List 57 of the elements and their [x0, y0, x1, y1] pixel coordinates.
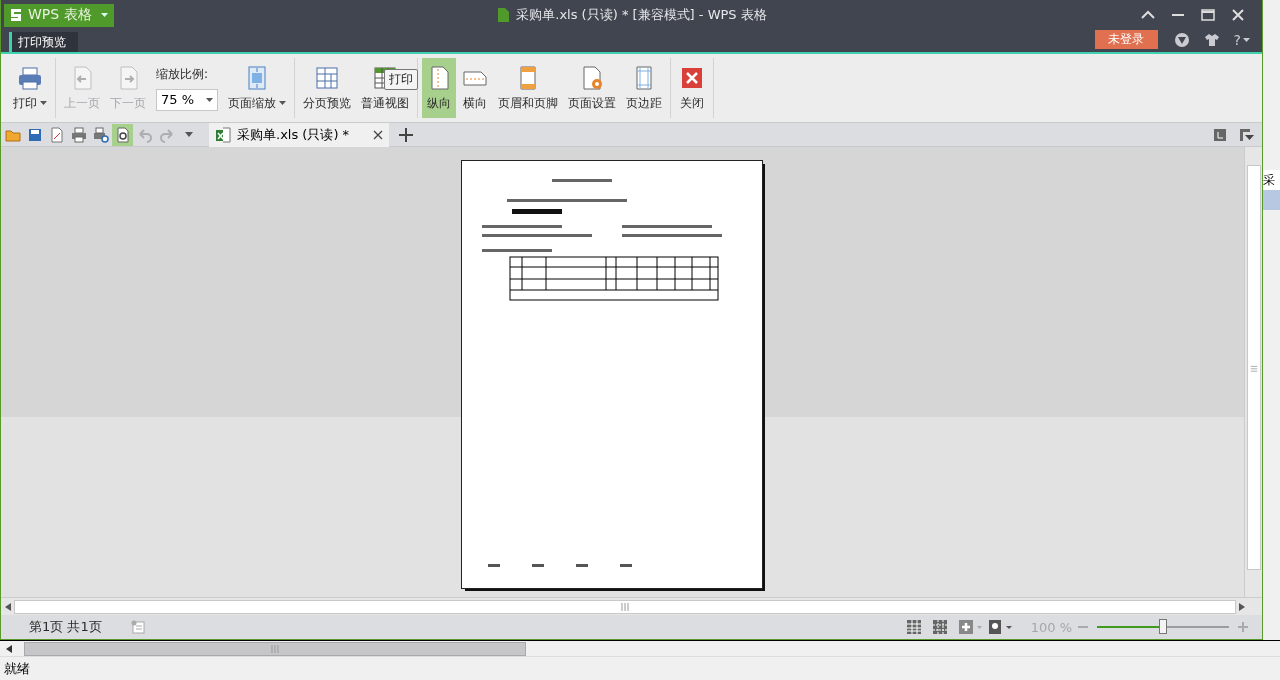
slider-thumb[interactable]	[1159, 618, 1167, 634]
ribbon-button[interactable]: 页眉和页脚	[494, 58, 562, 118]
help-button[interactable]: ?	[1233, 32, 1250, 48]
caret-icon	[206, 97, 213, 102]
document-tab[interactable]: 采购单.xls (只读) *	[209, 122, 389, 147]
spreadsheet-file-icon	[496, 7, 511, 23]
tooltip: 打印	[384, 69, 418, 90]
zoom-select[interactable]: 75 %	[156, 88, 218, 111]
ribbon-button[interactable]: 分页预览	[299, 58, 355, 118]
ribbon-button[interactable]: 关闭	[675, 58, 709, 118]
undo-icon	[136, 126, 153, 143]
caret-icon	[40, 101, 47, 105]
ribbon-button[interactable]: 打印	[9, 58, 51, 118]
window-title: 采购单.xls (只读) * [兼容模式] - WPS 表格	[516, 6, 767, 24]
caret-icon	[1243, 38, 1250, 42]
redo-icon	[158, 126, 175, 143]
tab-list-button[interactable]	[1214, 128, 1226, 141]
page-grid-icon	[314, 64, 340, 91]
status-text: 就绪	[4, 659, 30, 678]
print-preview-icon	[92, 126, 109, 143]
selected-cell	[1263, 190, 1280, 210]
ribbon-button[interactable]: 页边距	[622, 58, 666, 118]
scroll-left-icon[interactable]	[5, 602, 11, 611]
zoom-label: 缩放比例:	[156, 65, 210, 83]
ribbon-tab[interactable]: 打印预览	[9, 32, 78, 52]
page-count: 第1页 共1页	[29, 618, 103, 636]
window-menu-button[interactable]	[1240, 128, 1254, 141]
ribbon-button[interactable]: 纵向	[422, 58, 456, 118]
scroll-right-icon[interactable]	[1239, 602, 1245, 611]
printer-icon	[70, 126, 87, 143]
normal-view-icon[interactable]	[906, 620, 921, 634]
page-search-icon	[114, 126, 131, 143]
shirt-icon[interactable]	[1203, 33, 1220, 47]
spreadsheet-file-icon	[215, 126, 231, 143]
caret-icon	[279, 101, 286, 105]
logo-icon	[10, 8, 22, 22]
scroll-grip-icon	[620, 602, 630, 611]
toolbar-button[interactable]	[112, 123, 133, 146]
sheet-cell: 采	[1263, 170, 1280, 190]
caret-icon	[184, 132, 193, 137]
printer-icon	[17, 64, 43, 91]
scroll-left-icon[interactable]	[6, 644, 12, 653]
maximize-icon[interactable]	[1200, 7, 1216, 23]
ribbon-button[interactable]: 横向	[458, 58, 492, 118]
save-icon	[26, 126, 43, 143]
pdf-export-icon	[48, 126, 65, 143]
new-tab-button[interactable]	[399, 127, 413, 142]
vertical-scrollbar[interactable]	[1244, 147, 1262, 597]
caret-icon	[101, 13, 108, 17]
page-break-view-icon[interactable]	[932, 620, 947, 634]
close-icon[interactable]	[373, 129, 383, 140]
scroll-grip-icon	[270, 644, 280, 653]
add-icon[interactable]	[958, 620, 983, 634]
horizontal-scrollbar[interactable]	[0, 640, 1280, 656]
ribbon-button[interactable]: 页面缩放	[224, 58, 290, 118]
ribbon-button[interactable]: 页面设置	[564, 58, 620, 118]
close-icon[interactable]	[1230, 7, 1246, 23]
